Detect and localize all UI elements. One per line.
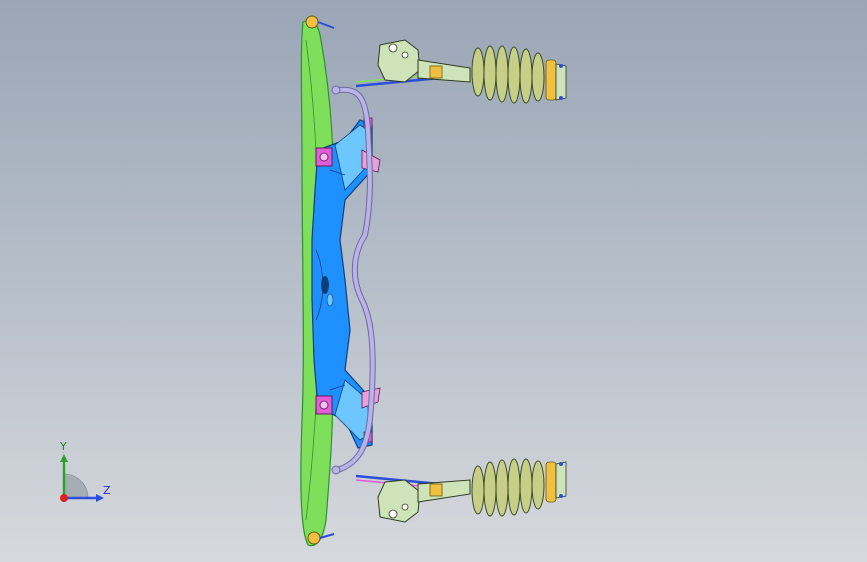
- y-axis-label: Y: [60, 440, 67, 453]
- graphics-viewport[interactable]: Y Z: [0, 0, 867, 562]
- suspension-assembly-model[interactable]: [0, 0, 867, 562]
- upper-strut-assembly[interactable]: [355, 39, 567, 104]
- z-axis-label: Z: [103, 484, 111, 497]
- orientation-triad: Y Z: [50, 440, 120, 510]
- lower-strut-assembly[interactable]: [355, 458, 567, 523]
